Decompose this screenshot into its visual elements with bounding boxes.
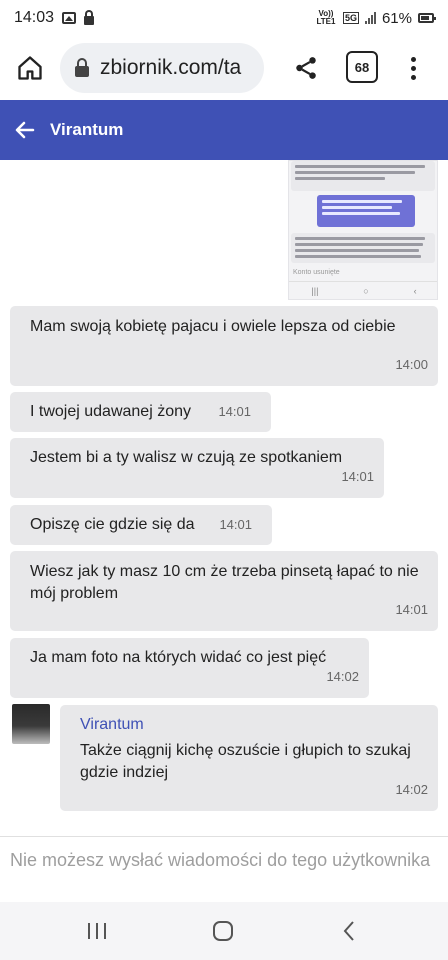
message-text: Mam swoją kobietę pajacu i owiele lepsza… — [30, 318, 396, 335]
recents-button[interactable] — [82, 918, 112, 944]
screenshot-footer-text: Konto usunięte — [293, 269, 340, 276]
tabs-button[interactable]: 68 — [346, 51, 378, 83]
more-icon — [410, 56, 416, 62]
status-bar: 14:03 Vo)) LTE1 5G 61% — [0, 0, 448, 36]
message-time: 14:02 — [326, 669, 359, 684]
network-type: 5G — [342, 12, 359, 24]
status-time: 14:03 — [14, 9, 55, 26]
status-left: 14:03 — [14, 9, 95, 27]
arrow-back-icon — [15, 121, 35, 139]
back-button[interactable] — [0, 100, 50, 160]
signal-icon — [364, 12, 376, 24]
message-time: 14:01 — [341, 469, 374, 484]
recents-icon — [88, 923, 106, 939]
message-bubble[interactable]: Wiesz jak ty masz 10 cm że trzeba pinset… — [10, 551, 438, 631]
message-text: Jestem bi a ty walisz w czują ze spotkan… — [30, 449, 343, 466]
avatar[interactable] — [12, 704, 50, 744]
url-text: zbiornik.com/ta — [100, 56, 242, 79]
status-right: Vo)) LTE1 5G 61% — [315, 9, 436, 27]
message-text: Wiesz jak ty masz 10 cm że trzeba pinset… — [30, 563, 419, 602]
lock-icon — [84, 9, 95, 25]
browser-toolbar: zbiornik.com/ta 68 — [0, 36, 448, 100]
message-text: Także ciągnij kichę oszuście i głupich t… — [80, 742, 411, 781]
message-bubble[interactable]: I twojej udawanej żony 14:01 — [10, 392, 271, 432]
shared-screenshot-image[interactable]: Konto usunięte ||| ○ ‹ — [288, 160, 438, 300]
message-text: Ja mam foto na których widać co jest pię… — [30, 649, 327, 666]
message-bubble[interactable]: Jestem bi a ty walisz w czują ze spotkan… — [10, 438, 384, 498]
battery-icon — [418, 13, 436, 23]
lock-icon — [75, 58, 89, 77]
address-bar[interactable]: zbiornik.com/ta — [60, 43, 264, 93]
notice-text: Nie możesz wysłać wiadomości do tego uży… — [10, 850, 431, 870]
message-time: 14:01 — [219, 517, 252, 532]
conversation-header: Virantum — [0, 100, 448, 160]
home-circle-icon — [213, 921, 233, 941]
home-button[interactable] — [0, 36, 60, 100]
message-bubble[interactable]: Mam swoją kobietę pajacu i owiele lepsza… — [10, 306, 438, 386]
message-time: 14:01 — [218, 404, 251, 419]
message-bubble[interactable]: Ja mam foto na których widać co jest pię… — [10, 638, 369, 698]
message-text: I twojej udawanej żony — [30, 403, 191, 420]
share-icon — [296, 57, 316, 79]
battery-percent: 61% — [381, 9, 412, 27]
back-nav-button[interactable] — [334, 918, 364, 944]
share-button[interactable] — [286, 48, 326, 88]
volte-indicator: Vo)) LTE1 — [316, 9, 336, 26]
message-text: Opiszę cie gdzie się da — [30, 516, 195, 533]
back-chevron-icon — [343, 921, 354, 941]
incoming-message-bubble[interactable]: Virantum Także ciągnij kichę oszuście i … — [60, 705, 438, 811]
home-icon — [18, 56, 42, 80]
message-bubble[interactable]: Opiszę cie gdzie się da 14:01 — [10, 505, 272, 545]
sender-name[interactable]: Virantum — [80, 714, 418, 736]
home-nav-button[interactable] — [208, 918, 238, 944]
system-navigation-bar — [0, 902, 448, 960]
message-time: 14:02 — [395, 782, 428, 797]
message-time: 14:00 — [395, 357, 428, 372]
conversation-title: Virantum — [50, 120, 124, 139]
cannot-send-notice: Nie możesz wysłać wiadomości do tego uży… — [0, 836, 448, 902]
chat-messages[interactable]: Konto usunięte ||| ○ ‹ Mam swoją kobietę p… — [0, 160, 448, 836]
tabs-count: 68 — [354, 59, 370, 75]
more-menu-button[interactable] — [398, 48, 428, 88]
message-time: 14:01 — [395, 602, 428, 617]
image-icon — [62, 12, 77, 24]
screenshot-nav: ||| ○ ‹ — [289, 281, 437, 299]
